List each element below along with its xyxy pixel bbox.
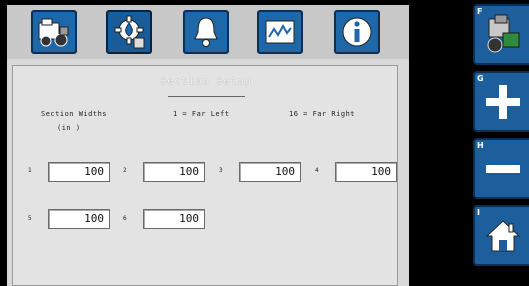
settings-gear-icon [114, 15, 145, 49]
tab-machine-setup[interactable] [31, 10, 77, 54]
plus-icon [486, 84, 520, 119]
screen-divider [409, 0, 417, 286]
tab-alarms[interactable] [183, 10, 229, 54]
main-screen: Section Setup Section Widths (in ) 1 = F… [7, 5, 409, 286]
section-number-label: 6 [123, 215, 127, 222]
section-2-width-input[interactable]: 100 [143, 162, 205, 182]
section-number-label: 5 [28, 215, 32, 222]
section-1-width-input[interactable]: 100 [48, 162, 110, 182]
tab-info[interactable] [334, 10, 380, 54]
softkey-i-home[interactable]: I [473, 205, 529, 266]
info-icon [342, 17, 372, 47]
page-title: Section Setup [160, 76, 252, 87]
softkey-f-machine[interactable]: F [473, 4, 529, 65]
tab-bar [7, 5, 409, 59]
section-number-label: 2 [123, 167, 127, 174]
alarm-bell-icon [194, 17, 218, 47]
home-icon [485, 219, 521, 251]
machine-setup-icon [38, 18, 69, 47]
section-number-label: 4 [315, 167, 319, 174]
tab-monitor[interactable] [257, 10, 303, 54]
softkey-column: F G H I [417, 0, 529, 286]
minus-icon [486, 164, 520, 173]
far-right-hint: 16 = Far Right [289, 110, 356, 118]
section-5-width-input[interactable]: 100 [48, 209, 110, 229]
section-3-width-input[interactable]: 100 [239, 162, 301, 182]
softkey-g-plus[interactable]: G [473, 71, 529, 132]
section-6-width-input[interactable]: 100 [143, 209, 205, 229]
units-label: (in ) [57, 124, 81, 132]
far-left-hint: 1 = Far Left [173, 110, 230, 118]
tractor-icon [487, 14, 520, 52]
softkey-h-minus[interactable]: H [473, 138, 529, 199]
monitor-chart-icon [265, 20, 295, 44]
section-number-label: 1 [28, 167, 32, 174]
section-4-width-input[interactable]: 100 [335, 162, 397, 182]
title-underline [168, 96, 245, 97]
tab-settings[interactable] [106, 10, 152, 54]
section-number-label: 3 [219, 167, 223, 174]
section-widths-header: Section Widths [41, 110, 108, 118]
section-setup-panel: Section Setup Section Widths (in ) 1 = F… [12, 65, 398, 286]
